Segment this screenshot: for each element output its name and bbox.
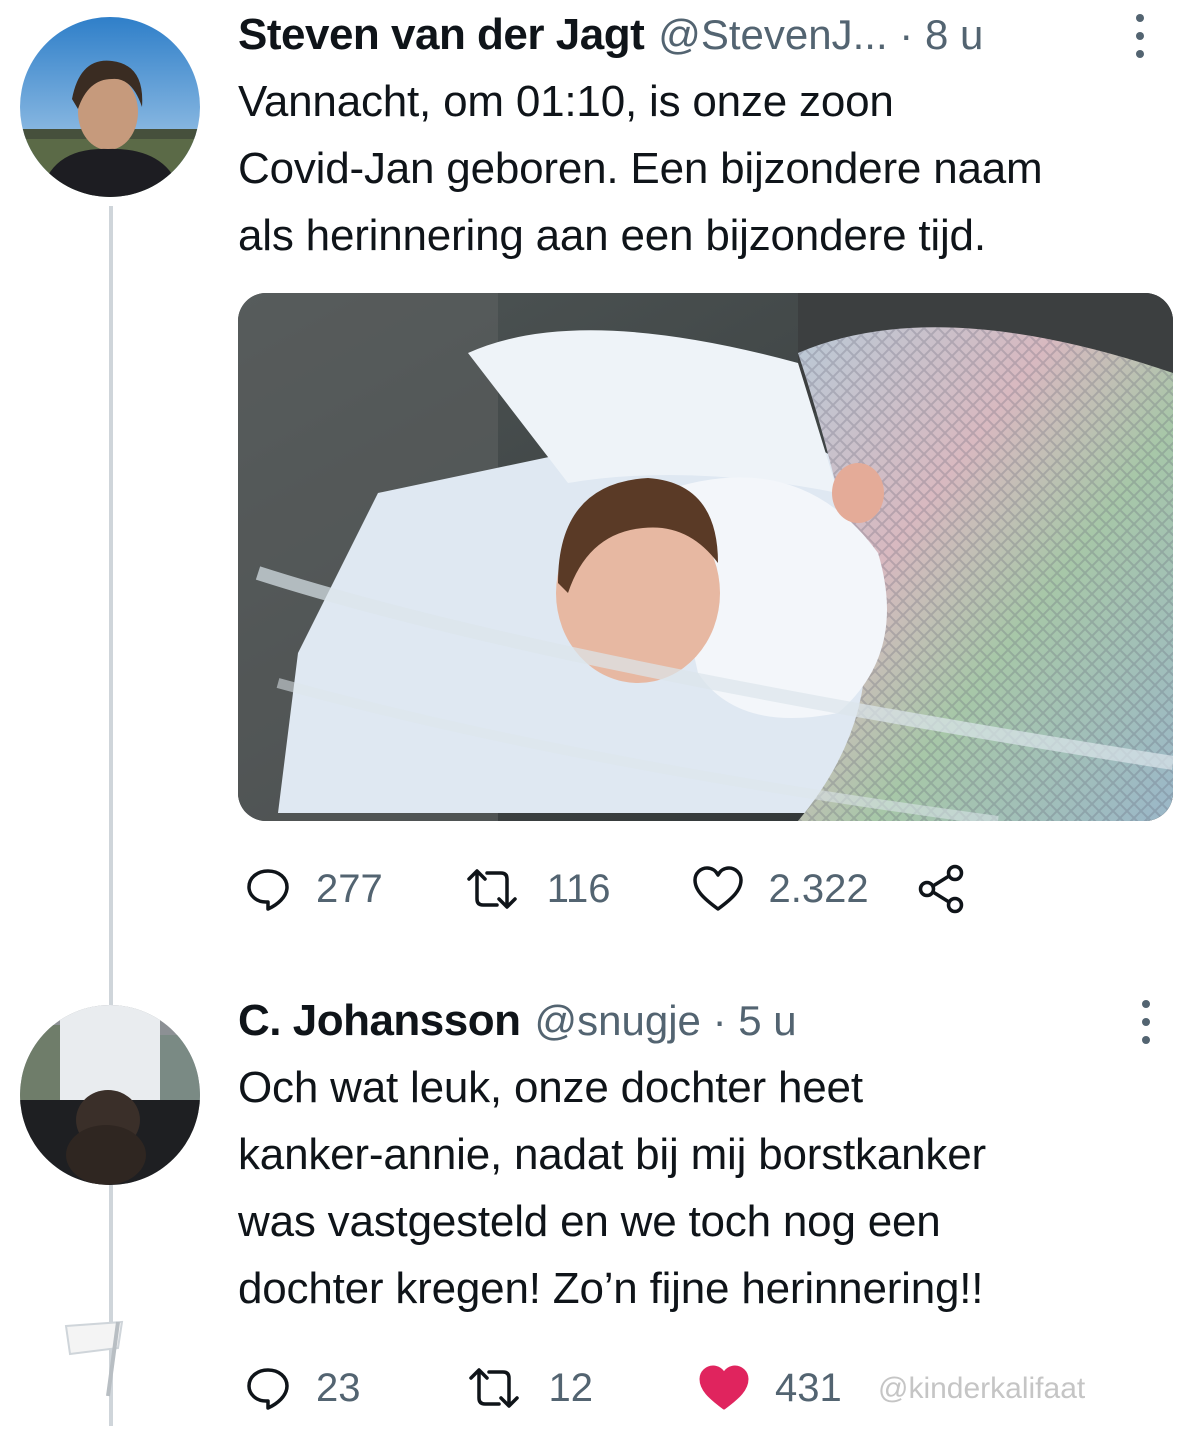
retweet-icon <box>461 865 523 913</box>
tweet-text: Vannacht, om 01:10, is onze zoon Covid-J… <box>238 68 1043 269</box>
like-button-active[interactable]: 431 <box>697 1364 842 1412</box>
watermark-text: @kinderkalifaat <box>878 1372 1086 1405</box>
reply-count: 277 <box>316 866 383 911</box>
tweet-media-photo[interactable] <box>238 293 1173 821</box>
retweet-icon <box>463 1364 525 1412</box>
tweet-text-line: Covid-Jan geboren. Een bijzondere naam <box>238 144 1043 193</box>
reply-button[interactable]: 277 <box>244 865 383 913</box>
tweet-text: Och wat leuk, onze dochter heet kanker-a… <box>238 1054 986 1322</box>
reply-count: 23 <box>316 1365 361 1410</box>
avatar-johansson[interactable] <box>20 1005 200 1185</box>
retweet-count: 12 <box>548 1365 594 1410</box>
heart-icon <box>697 1364 751 1412</box>
avatar-steven[interactable] <box>20 17 200 197</box>
display-name[interactable]: C. Johansson <box>238 996 521 1046</box>
handle-and-time[interactable]: @snugje · 5 u <box>535 997 797 1045</box>
tweet-text-line: Och wat leuk, onze dochter heet <box>238 1063 863 1112</box>
like-count: 431 <box>775 1365 842 1410</box>
like-button[interactable]: 2.322 <box>691 865 869 913</box>
tweet-text-line: dochter kregen! Zo’n fijne herinnering!! <box>238 1264 984 1313</box>
reply-button[interactable]: 23 <box>244 1364 361 1412</box>
share-icon <box>915 862 969 916</box>
tweet-steven[interactable]: Steven van der Jagt @StevenJ... · 8 u Va… <box>238 10 1043 269</box>
thread-connector-line <box>109 206 113 1426</box>
more-vertical-icon[interactable] <box>1132 10 1148 70</box>
heart-icon <box>691 865 745 913</box>
tweet-header: Steven van der Jagt @StevenJ... · 8 u <box>238 10 1042 60</box>
reply-icon <box>244 865 292 913</box>
tweet-johansson[interactable]: C. Johansson @snugje · 5 u Och wat leuk,… <box>238 996 986 1322</box>
like-count: 2.322 <box>768 866 869 911</box>
tweet-actions: 23 12 431 <box>244 1364 842 1412</box>
tweet-text-line: kanker-annie, nadat bij mij borstkanker <box>238 1130 986 1179</box>
reply-icon <box>244 1364 292 1412</box>
tweet-header: C. Johansson @snugje · 5 u <box>238 996 986 1046</box>
handle-and-time[interactable]: @StevenJ... · 8 u <box>658 11 983 59</box>
flag-icon <box>58 1318 134 1403</box>
retweet-button[interactable]: 116 <box>461 865 611 913</box>
retweet-count: 116 <box>546 866 611 911</box>
more-vertical-icon[interactable] <box>1138 996 1154 1056</box>
tweet-actions: 277 116 2.322 <box>244 862 969 916</box>
tweet-text-line: als herinnering aan een bijzondere tijd. <box>238 211 986 260</box>
tweet-text-line: was vastgesteld en we toch nog een <box>238 1197 941 1246</box>
display-name[interactable]: Steven van der Jagt <box>238 10 645 60</box>
retweet-button[interactable]: 12 <box>463 1364 594 1412</box>
share-button[interactable] <box>915 862 969 916</box>
tweet-text-line: Vannacht, om 01:10, is onze zoon <box>238 77 894 126</box>
